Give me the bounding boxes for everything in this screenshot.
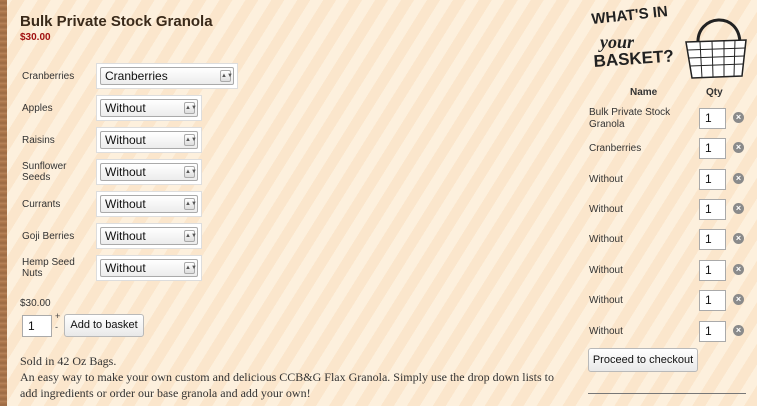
option-row-goji-berries: Goji Berries Without ▲▼ (22, 223, 202, 249)
option-row-currants: Currants Without ▲▼ (22, 191, 202, 217)
quantity-stepper[interactable]: + - (55, 311, 63, 333)
product-description: Sold in 42 Oz Bags. An easy way to make … (20, 353, 565, 401)
option-select-value: Without (105, 197, 146, 211)
dropdown-arrow-icon: ▲▼ (184, 134, 197, 146)
option-label: Currants (22, 198, 61, 210)
basket-item-name: Without (589, 174, 623, 185)
remove-item-icon[interactable]: × (733, 264, 744, 275)
basket-icon (685, 18, 747, 79)
remove-item-icon[interactable]: × (733, 325, 744, 336)
option-select-frame: Without ▲▼ (96, 159, 202, 185)
option-select-value: Without (105, 133, 146, 147)
basket-item-name: Without (589, 204, 623, 215)
option-select-cranberries[interactable]: Cranberries ▲▼ (100, 67, 234, 85)
remove-item-icon[interactable]: × (733, 203, 744, 214)
basket-item-name: Without (589, 295, 623, 306)
remove-item-icon[interactable]: × (733, 142, 744, 153)
option-row-apples: Apples Without ▲▼ (22, 95, 202, 121)
product-price: $30.00 (20, 32, 51, 43)
remove-item-icon[interactable]: × (733, 112, 744, 123)
basket-logo: WHAT'S IN your BASKET? (591, 4, 747, 79)
basket-item-name: Without (589, 234, 623, 245)
proceed-to-checkout-button[interactable]: Proceed to checkout (588, 348, 698, 372)
basket-item-name: Bulk Private Stock Granola (589, 107, 671, 130)
basket-qty-header: Qty (706, 87, 723, 98)
option-row-sunflower-seeds: Sunflower Seeds Without ▲▼ (22, 159, 202, 185)
basket-item-name: Without (589, 326, 623, 337)
dropdown-arrow-icon: ▲▼ (184, 230, 197, 242)
option-select-frame: Without ▲▼ (96, 191, 202, 217)
option-label: Hemp Seed Nuts (22, 257, 75, 279)
option-row-cranberries: Cranberries Cranberries ▲▼ (22, 63, 238, 89)
option-select-value: Without (105, 261, 146, 275)
basket-qty-input[interactable]: 1 (699, 229, 726, 250)
option-select-apples[interactable]: Without ▲▼ (100, 99, 198, 117)
quantity-decrement[interactable]: - (55, 322, 63, 333)
option-select-sunflower-seeds[interactable]: Without ▲▼ (100, 163, 198, 181)
remove-item-icon[interactable]: × (733, 173, 744, 184)
option-row-raisins: Raisins Without ▲▼ (22, 127, 202, 153)
basket-qty-input[interactable]: 1 (699, 138, 726, 159)
basket-item-name: Without (589, 265, 623, 276)
option-select-goji-berries[interactable]: Without ▲▼ (100, 227, 198, 245)
option-select-frame: Without ▲▼ (96, 255, 202, 281)
basket-qty-input[interactable]: 1 (699, 199, 726, 220)
basket-qty-input[interactable]: 1 (699, 321, 726, 342)
dropdown-arrow-icon: ▲▼ (184, 198, 197, 210)
option-select-value: Without (105, 101, 146, 115)
option-label: Apples (22, 102, 53, 114)
dropdown-arrow-icon: ▲▼ (184, 262, 197, 274)
description-line: Sold in 42 Oz Bags. (20, 354, 117, 368)
dropdown-arrow-icon: ▲▼ (220, 70, 233, 82)
option-select-value: Cranberries (105, 69, 168, 83)
add-to-basket-button[interactable]: Add to basket (64, 314, 144, 337)
product-title: Bulk Private Stock Granola (20, 13, 213, 30)
option-label: Cranberries (22, 70, 75, 82)
option-select-frame: Without ▲▼ (96, 95, 202, 121)
option-select-value: Without (105, 229, 146, 243)
basket-qty-input[interactable]: 1 (699, 169, 726, 190)
dropdown-arrow-icon: ▲▼ (184, 166, 197, 178)
basket-item-name: Cranberries (589, 143, 642, 154)
basket-qty-input[interactable]: 1 (699, 290, 726, 311)
option-select-frame: Without ▲▼ (96, 127, 202, 153)
left-wood-border (0, 0, 7, 406)
option-label: Raisins (22, 134, 55, 146)
option-label: Goji Berries (22, 230, 75, 242)
logo-line-1: WHAT'S IN (591, 4, 669, 28)
option-select-currants[interactable]: Without ▲▼ (100, 195, 198, 213)
description-line: An easy way to make your own custom and … (20, 370, 554, 400)
option-select-value: Without (105, 165, 146, 179)
dropdown-arrow-icon: ▲▼ (184, 102, 197, 114)
option-row-hemp-seed-nuts: Hemp Seed Nuts Without ▲▼ (22, 255, 202, 281)
option-select-raisins[interactable]: Without ▲▼ (100, 131, 198, 149)
basket-name-header: Name (630, 87, 658, 98)
option-select-hemp-seed-nuts[interactable]: Without ▲▼ (100, 259, 198, 277)
remove-item-icon[interactable]: × (733, 233, 744, 244)
total-price: $30.00 (20, 298, 51, 309)
option-label: Sunflower Seeds (22, 161, 67, 183)
basket-divider (588, 393, 746, 394)
option-select-frame: Without ▲▼ (96, 223, 202, 249)
option-select-frame: Cranberries ▲▼ (96, 63, 238, 89)
quantity-increment[interactable]: + (55, 311, 63, 322)
basket-qty-input[interactable]: 1 (699, 108, 726, 129)
remove-item-icon[interactable]: × (733, 294, 744, 305)
quantity-input[interactable]: 1 (22, 315, 52, 337)
basket-qty-input[interactable]: 1 (699, 260, 726, 281)
